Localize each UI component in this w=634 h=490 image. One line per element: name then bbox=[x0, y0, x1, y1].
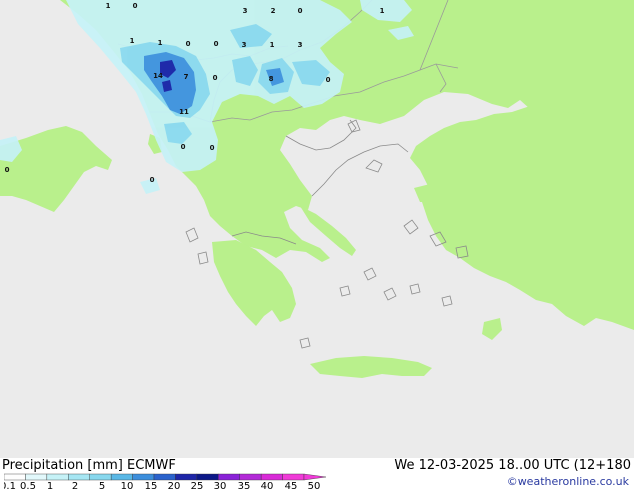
map-value-label: 0 bbox=[213, 74, 218, 82]
scale-swatch bbox=[25, 473, 48, 481]
forecast-datetime: We 12-03-2025 18..00 UTC (12+180 bbox=[394, 458, 631, 473]
scale-swatch bbox=[4, 473, 26, 481]
map-value-label: 1 bbox=[158, 39, 163, 47]
precipitation-color-scale: 0.10.5125101520253035404550 bbox=[4, 473, 327, 490]
scale-swatch bbox=[110, 473, 133, 481]
scale-overflow-arrow bbox=[303, 473, 327, 481]
scale-swatch bbox=[132, 473, 155, 481]
map-value-label: 3 bbox=[298, 41, 303, 49]
scale-swatch bbox=[218, 473, 240, 481]
scale-swatch bbox=[89, 473, 112, 481]
map-value-label: 0 bbox=[181, 143, 186, 151]
scale-swatch bbox=[68, 473, 90, 481]
scale-tick-label: 5 bbox=[99, 481, 105, 490]
scale-tick-label: 50 bbox=[308, 481, 321, 490]
scale-tick-label: 35 bbox=[238, 481, 251, 490]
site-credit: ©weatheronline.co.uk bbox=[506, 475, 629, 488]
scale-swatch bbox=[196, 473, 219, 481]
map-value-label: 1 bbox=[106, 2, 111, 10]
map-value-label: 1 bbox=[270, 41, 275, 49]
scale-swatch bbox=[175, 473, 198, 481]
map-value-label: 14 bbox=[153, 72, 163, 80]
scale-tick-label: 25 bbox=[191, 481, 204, 490]
map-value-label: 0 bbox=[133, 2, 138, 10]
map-value-label: 3 bbox=[242, 41, 247, 49]
map-value-label: 2 bbox=[271, 7, 276, 15]
map-value-label: 0 bbox=[298, 7, 303, 15]
scale-tick-label: 45 bbox=[285, 481, 298, 490]
map-value-label: 0 bbox=[214, 40, 219, 48]
scale-tick-label: 40 bbox=[261, 481, 274, 490]
map-value-label: 8 bbox=[269, 75, 274, 83]
map-value-label: 0 bbox=[150, 176, 155, 184]
map-value-label: 3 bbox=[243, 7, 248, 15]
map-value-label: 11 bbox=[179, 108, 189, 116]
map-value-label: 1 bbox=[130, 37, 135, 45]
scale-tick-label: 1 bbox=[47, 481, 53, 490]
map-value-label: 0 bbox=[5, 166, 10, 174]
scale-swatch bbox=[239, 473, 262, 481]
scale-swatch bbox=[282, 473, 305, 481]
scale-tick-label: 20 bbox=[168, 481, 181, 490]
scale-swatch bbox=[153, 473, 176, 481]
map-value-label: 7 bbox=[184, 73, 189, 81]
scale-tick-label: 0.1 bbox=[4, 481, 16, 490]
scale-tick-label: 15 bbox=[145, 481, 158, 490]
scale-tick-label: 2 bbox=[72, 481, 78, 490]
map-value-label: 0 bbox=[186, 40, 191, 48]
scale-tick-label: 30 bbox=[214, 481, 227, 490]
map-value-label: 0 bbox=[210, 144, 215, 152]
scale-tick-label: 0.5 bbox=[20, 481, 36, 490]
scale-swatch bbox=[46, 473, 69, 481]
map-title: Precipitation [mm] ECMWF bbox=[2, 458, 176, 473]
scale-tick-label: 10 bbox=[121, 481, 134, 490]
precipitation-map: 1 03 2 0 11 1 0 0 3 1 314 7 0 8 0110 000 bbox=[0, 0, 634, 458]
footer: Precipitation [mm] ECMWF We 12-03-2025 1… bbox=[0, 458, 634, 490]
scale-swatch bbox=[260, 473, 283, 481]
map-value-label: 0 bbox=[326, 76, 331, 84]
map-value-label: 1 bbox=[380, 7, 385, 15]
